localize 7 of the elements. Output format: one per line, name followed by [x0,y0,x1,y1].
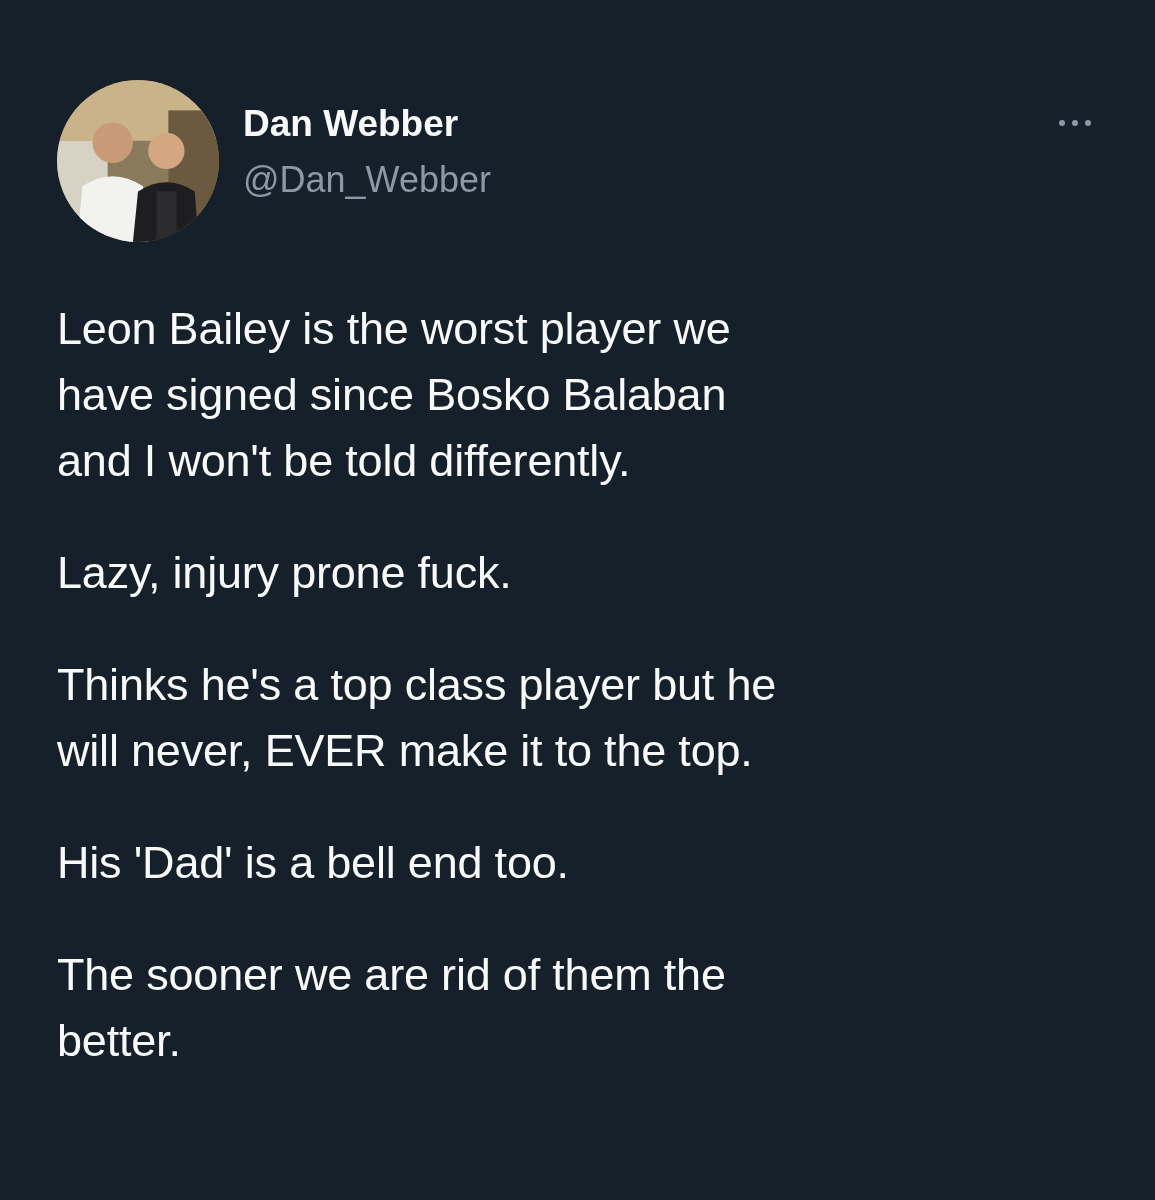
tweet-text: The sooner we are rid of them the better. [57,948,727,1068]
tweet-text: His 'Dad' is a bell end too. [57,836,570,890]
author-handle[interactable]: @Dan_Webber [243,158,1055,202]
author-name[interactable]: Dan Webber [243,102,1055,146]
tweet-text: Leon Bailey is the worst player we have signed since Bosko Balaban and I won't be told differently. [57,302,732,488]
tweet-text: Thinks he's a top class player but he will never, EVER make it to the top. [57,658,778,778]
tweet-text: Lazy, injury prone fuck. [57,546,513,600]
